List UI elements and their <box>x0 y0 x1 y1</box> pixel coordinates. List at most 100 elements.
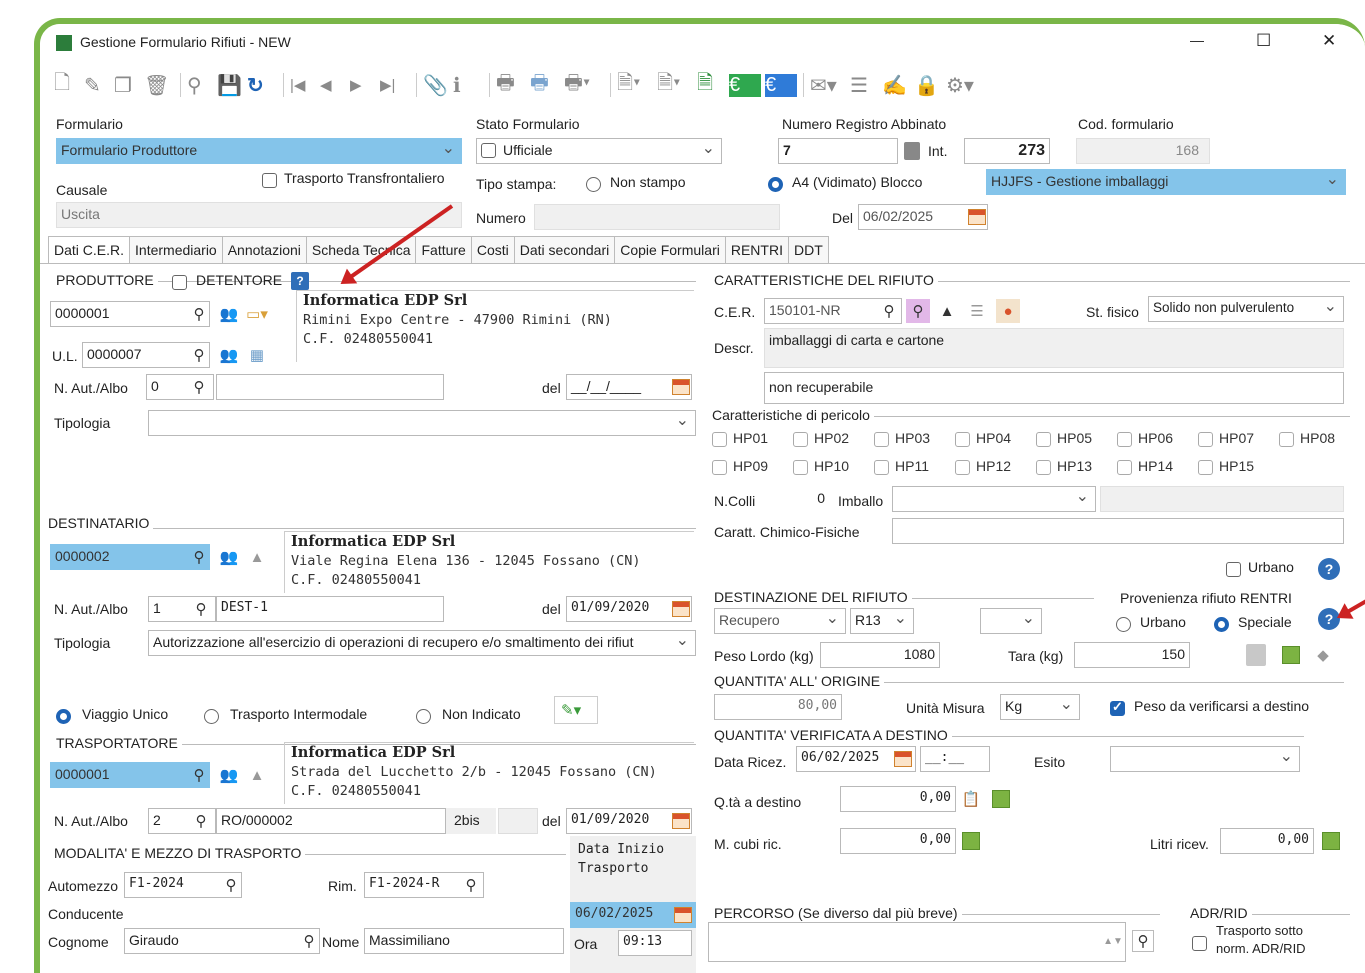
destinatario-person-icon[interactable]: ▲ <box>246 546 268 568</box>
ncolli-input[interactable]: 0 <box>770 486 830 512</box>
edit-icon[interactable]: ✎ <box>84 73 114 98</box>
trasportatore-person-icon[interactable]: ▲ <box>246 764 268 786</box>
undo-icon[interactable]: ↻ <box>247 73 277 98</box>
eraser-icon[interactable]: ◆ <box>1312 644 1334 666</box>
cer-search2-icon[interactable]: ⚲ <box>906 299 930 323</box>
data-inizio-calendar-icon[interactable] <box>674 907 692 923</box>
numreg-input[interactable]: 7 <box>778 138 898 164</box>
destinatario-search-icon[interactable]: ⚲ <box>188 546 210 568</box>
mcubi-input[interactable]: 0,00 <box>840 828 956 854</box>
hp-checkbox-hp14[interactable]: HP14 <box>1117 458 1173 475</box>
qta-input[interactable]: 0,00 <box>840 786 956 812</box>
minimize-button[interactable]: — <box>1190 32 1204 48</box>
percorso-scroll-icon[interactable]: ▲▼ <box>1102 930 1124 952</box>
qta-calc-icon[interactable] <box>992 790 1010 808</box>
stato-select[interactable]: Ufficiale <box>476 138 722 164</box>
tab-costi[interactable]: Costi <box>470 236 515 264</box>
destinatario-aut-search-icon[interactable]: ⚲ <box>190 598 212 620</box>
hp-box[interactable] <box>1117 459 1132 475</box>
excel-doc-icon[interactable]: 🗎 <box>697 68 729 102</box>
provenienza-speciale-radio[interactable]: Speciale <box>1214 614 1292 632</box>
provenienza-urbano-radio[interactable]: Urbano <box>1116 614 1186 632</box>
int-input[interactable]: 273 <box>964 138 1050 164</box>
hp-box[interactable] <box>1117 431 1132 447</box>
produttore-card-icon[interactable]: ▭▾ <box>246 303 268 325</box>
close-button[interactable]: ✕ <box>1322 31 1336 51</box>
destinatario-code-input[interactable]: 0000002 <box>50 544 210 570</box>
trasportatore-people-icon[interactable]: 👥 <box>218 764 240 786</box>
trasportatore-bis-input[interactable] <box>498 808 538 834</box>
percorso-input[interactable] <box>708 922 1126 962</box>
imballo-desc-input[interactable] <box>1100 486 1344 512</box>
mcubi-calc-icon[interactable] <box>962 832 980 850</box>
produttore-search-icon[interactable]: ⚲ <box>188 303 210 325</box>
non-stampo-radio[interactable]: Non stampo <box>586 174 685 192</box>
hp-box[interactable] <box>712 431 727 447</box>
tab-dati-secondari[interactable]: Dati secondari <box>513 236 616 264</box>
calc-gray-icon[interactable] <box>1246 644 1266 666</box>
nome-input[interactable]: Massimiliano <box>364 928 564 954</box>
hp-box[interactable] <box>1198 431 1213 447</box>
search-icon[interactable]: ⚲ <box>187 73 217 98</box>
unita-select[interactable]: Kg <box>1000 694 1080 720</box>
hp-checkbox-hp07[interactable]: HP07 <box>1198 430 1254 447</box>
tara-input[interactable]: 150 <box>1074 642 1190 668</box>
hp-box[interactable] <box>874 459 889 475</box>
detentore-help-icon[interactable]: ? <box>291 272 309 290</box>
tab-intermediario[interactable]: Intermediario <box>129 236 223 264</box>
clipboard-icon[interactable]: 📋 <box>960 788 982 810</box>
produttore-tipologia-select[interactable] <box>148 410 696 436</box>
blocco-select[interactable]: HJJFS - Gestione imballaggi <box>986 169 1346 195</box>
stato-checkbox[interactable] <box>481 143 496 158</box>
tab-fatture[interactable]: Fatture <box>415 236 472 264</box>
hp-box[interactable] <box>793 459 808 475</box>
tab-annotazioni[interactable]: Annotazioni <box>221 236 307 264</box>
produttore-people-icon[interactable]: 👥 <box>218 303 240 325</box>
peso-lordo-input[interactable]: 1080 <box>820 642 940 668</box>
destinatario-tipologia-select[interactable]: Autorizzazione all'esercizio di operazio… <box>148 630 696 656</box>
hp-checkbox-hp13[interactable]: HP13 <box>1036 458 1092 475</box>
data-ricez-calendar-icon[interactable] <box>894 751 912 767</box>
urbano-help-icon[interactable]: ? <box>1318 558 1340 580</box>
print-icon[interactable]: 🖶 <box>496 68 530 102</box>
print-options-icon[interactable]: 🖶▾ <box>564 68 604 102</box>
attach-icon[interactable]: 📎 <box>423 73 453 98</box>
calculator-icon[interactable] <box>904 142 920 160</box>
list-icon[interactable]: ☰ <box>850 73 882 98</box>
cognome-search-icon[interactable]: ⚲ <box>298 930 320 952</box>
hp-checkbox-hp01[interactable]: HP01 <box>712 430 768 447</box>
numero-input[interactable] <box>534 204 780 230</box>
formulario-select[interactable]: Formulario Produttore <box>56 138 462 164</box>
green-doc-icon[interactable]: € <box>729 73 761 97</box>
adr-checkbox[interactable] <box>1192 934 1207 951</box>
document-icon[interactable]: 🗎▾ <box>657 68 697 102</box>
litri-calc-icon[interactable] <box>1322 832 1340 850</box>
percorso-search-icon[interactable]: ⚲ <box>1132 930 1154 952</box>
cer-search-icon[interactable]: ⚲ <box>878 300 900 322</box>
produttore-calendar-icon[interactable] <box>672 379 690 395</box>
info-icon[interactable]: ℹ <box>453 73 483 98</box>
hp-box[interactable] <box>1036 459 1051 475</box>
tab-ddt[interactable]: DDT <box>787 236 829 264</box>
causale-input[interactable]: Uscita <box>56 202 462 228</box>
hp-checkbox-hp02[interactable]: HP02 <box>793 430 849 447</box>
hp-checkbox-hp06[interactable]: HP06 <box>1117 430 1173 447</box>
a4-radio[interactable]: A4 (Vidimato) Blocco <box>768 174 922 192</box>
ul-people-icon[interactable]: 👥 <box>218 344 240 366</box>
quantita-input[interactable]: 80,00 <box>714 694 842 720</box>
hp-box[interactable] <box>1198 459 1213 475</box>
hp-box[interactable] <box>712 459 727 475</box>
hp-box[interactable] <box>874 431 889 447</box>
save-icon[interactable]: 💾 <box>217 73 247 98</box>
first-icon[interactable]: |◀ <box>290 76 320 94</box>
descr-input[interactable]: imballaggi di carta e cartone <box>764 328 1344 368</box>
email-icon[interactable]: ✉▾ <box>810 73 850 98</box>
destinatario-people-icon[interactable]: 👥 <box>218 546 240 568</box>
copy-icon[interactable]: ❐ <box>114 73 144 98</box>
hp-checkbox-hp04[interactable]: HP04 <box>955 430 1011 447</box>
trasportatore-aut-search-icon[interactable]: ⚲ <box>190 810 212 832</box>
st-fisico-select[interactable]: Solido non pulverulento <box>1148 296 1344 322</box>
hp-checkbox-hp11[interactable]: HP11 <box>874 458 929 475</box>
destinazione-tipo-select[interactable]: Recupero <box>714 608 846 634</box>
hp-checkbox-hp08[interactable]: HP08 <box>1279 430 1335 447</box>
